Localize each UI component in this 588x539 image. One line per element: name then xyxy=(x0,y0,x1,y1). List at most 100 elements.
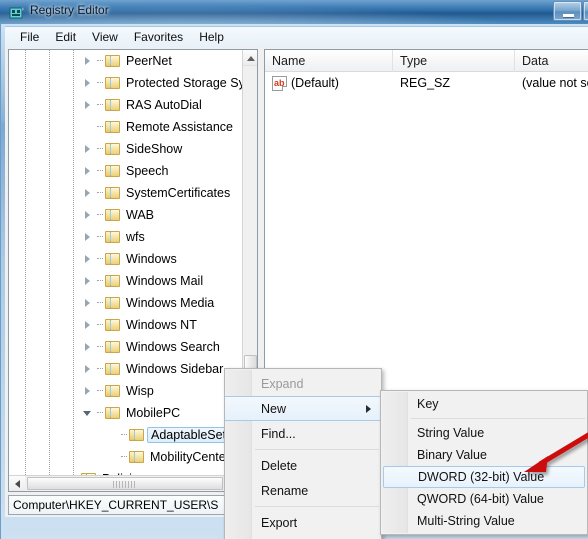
registry-editor-window: Registry Editor File Edit View Favorites… xyxy=(0,0,588,539)
tree-item-windows-media[interactable]: Windows Media xyxy=(9,292,242,314)
menu-favorites[interactable]: Favorites xyxy=(127,28,190,46)
expand-triangle-icon[interactable] xyxy=(81,358,97,380)
tree-item-label: Windows Media xyxy=(126,296,215,310)
submenu-item-dword-32-bit-value[interactable]: DWORD (32-bit) Value xyxy=(383,466,585,488)
context-menu[interactable]: Expand New Find... Delete Rename Export Permis… xyxy=(224,368,382,539)
expand-triangle-icon[interactable] xyxy=(57,468,73,475)
submenu-item-label: String Value xyxy=(417,426,485,440)
context-menu-item-expand: Expand xyxy=(225,371,381,396)
window-controls xyxy=(553,0,588,21)
tree-item-windows-search[interactable]: Windows Search xyxy=(9,336,242,358)
tree-item-label: Remote Assistance xyxy=(126,120,233,134)
folder-icon xyxy=(105,252,121,266)
tree-connector-line xyxy=(121,424,129,446)
tree-item-windows-sidebar[interactable]: Windows Sidebar xyxy=(9,358,242,380)
tree-item-label: Protected Storage System xyxy=(126,76,242,90)
column-header-name[interactable]: Name xyxy=(265,50,393,72)
folder-icon xyxy=(105,208,121,222)
registry-tree-pane[interactable]: PeerNet Protected Storage System RAS AutoD… xyxy=(8,49,258,492)
submenu-item-string-value[interactable]: String Value xyxy=(381,422,587,444)
tree-item-systemcertificates[interactable]: SystemCertificates xyxy=(9,182,242,204)
context-menu-item-label: Rename xyxy=(261,483,309,498)
scroll-left-arrow-icon[interactable] xyxy=(9,476,25,491)
tree-connector-line xyxy=(97,160,105,182)
minimize-icon xyxy=(563,14,574,17)
column-header-type[interactable]: Type xyxy=(393,50,515,72)
expand-triangle-icon[interactable] xyxy=(81,138,97,160)
submenu-chevron-right-icon xyxy=(366,404,371,413)
window-title: Registry Editor xyxy=(30,3,109,17)
tree-item-windows-nt[interactable]: Windows NT xyxy=(9,314,242,336)
expand-triangle-icon[interactable] xyxy=(81,336,97,358)
expand-triangle-icon[interactable] xyxy=(81,182,97,204)
tree-item-label: Windows xyxy=(126,252,177,266)
tree-item-mobilitycenter[interactable]: MobilityCenter xyxy=(9,446,242,468)
folder-icon xyxy=(105,406,121,420)
column-header-data[interactable]: Data xyxy=(515,50,588,72)
menu-file[interactable]: File xyxy=(13,28,46,46)
tree-item-wisp[interactable]: Wisp xyxy=(9,380,242,402)
menu-edit[interactable]: Edit xyxy=(48,28,83,46)
tree-item-speech[interactable]: Speech xyxy=(9,160,242,182)
tree-item-wfs[interactable]: wfs xyxy=(9,226,242,248)
minimize-button[interactable] xyxy=(553,1,582,21)
tree-item-label: Speech xyxy=(126,164,169,178)
tree-item-windows-mail[interactable]: Windows Mail xyxy=(9,270,242,292)
tree-hscroll-thumb[interactable] xyxy=(27,477,223,490)
expand-triangle-icon[interactable] xyxy=(81,248,97,270)
submenu-item-binary-value[interactable]: Binary Value xyxy=(381,444,587,466)
menu-view[interactable]: View xyxy=(85,28,125,46)
cell-data: (value not set) xyxy=(522,76,588,90)
expand-triangle-icon[interactable] xyxy=(81,270,97,292)
context-menu-item-label: Delete xyxy=(261,458,298,473)
tree-item-policies[interactable]: Policies xyxy=(9,468,242,475)
tree-item-remote-assistance[interactable]: Remote Assistance xyxy=(9,116,242,138)
tree-item-ras-autodial[interactable]: RAS AutoDial xyxy=(9,94,242,116)
tree-connector-line xyxy=(97,314,105,336)
submenu-item-key[interactable]: Key xyxy=(381,393,587,415)
tree-item-mobilepc[interactable]: MobilePC xyxy=(9,402,242,424)
context-menu-item-label: Find... xyxy=(261,426,296,441)
tree-item-windows[interactable]: Windows xyxy=(9,248,242,270)
expand-triangle-icon[interactable] xyxy=(81,160,97,182)
submenu-item-label: DWORD (32-bit) Value xyxy=(418,470,545,484)
context-menu-item-delete[interactable]: Delete xyxy=(225,453,381,478)
scrollbar-grip-icon xyxy=(113,481,137,488)
context-menu-item-label: Expand xyxy=(261,376,304,391)
expand-triangle-icon[interactable] xyxy=(81,314,97,336)
new-submenu[interactable]: Key String Value Binary Value DWORD (32-bit… xyxy=(380,390,588,535)
context-menu-item-find[interactable]: Find... xyxy=(225,421,381,446)
submenu-item-qword-64-bit-value[interactable]: QWORD (64-bit) Value xyxy=(381,488,587,510)
collapse-triangle-icon[interactable] xyxy=(81,402,97,424)
expand-triangle-icon[interactable] xyxy=(81,204,97,226)
tree-item-wab[interactable]: WAB xyxy=(9,204,242,226)
expand-triangle-icon[interactable] xyxy=(81,72,97,94)
tree-item-sideshow[interactable]: SideShow xyxy=(9,138,242,160)
context-menu-separator xyxy=(255,506,379,507)
table-row[interactable]: (Default) REG_SZ (value not set) xyxy=(265,72,588,94)
tree-horizontal-scrollbar[interactable] xyxy=(9,475,257,491)
tree-item-adaptablesettings[interactable]: AdaptableSettings xyxy=(9,424,242,446)
folder-icon xyxy=(105,230,121,244)
expand-triangle-icon[interactable] xyxy=(81,50,97,72)
maximize-button[interactable] xyxy=(583,1,588,21)
expand-triangle-icon[interactable] xyxy=(81,292,97,314)
tree-item-protected-storage-system[interactable]: Protected Storage System xyxy=(9,72,242,94)
tree-item-label: PeerNet xyxy=(126,54,172,68)
menu-help[interactable]: Help xyxy=(192,28,231,46)
context-menu-item-new[interactable]: New xyxy=(225,396,381,421)
expand-triangle-icon[interactable] xyxy=(81,94,97,116)
tree-item-peernet[interactable]: PeerNet xyxy=(9,50,242,72)
context-menu-item-rename[interactable]: Rename xyxy=(225,478,381,503)
tree-connector-line xyxy=(97,72,105,94)
context-menu-item-permissions[interactable]: Permissions... xyxy=(225,535,381,539)
cell-type: REG_SZ xyxy=(400,76,451,90)
folder-icon xyxy=(105,142,121,156)
scroll-up-arrow-icon[interactable] xyxy=(243,50,257,66)
context-menu-item-export[interactable]: Export xyxy=(225,510,381,535)
tree-item-label: WAB xyxy=(126,208,155,222)
expand-triangle-icon[interactable] xyxy=(81,226,97,248)
expand-triangle-icon[interactable] xyxy=(81,380,97,402)
submenu-item-multi-string-value[interactable]: Multi-String Value xyxy=(381,510,587,532)
